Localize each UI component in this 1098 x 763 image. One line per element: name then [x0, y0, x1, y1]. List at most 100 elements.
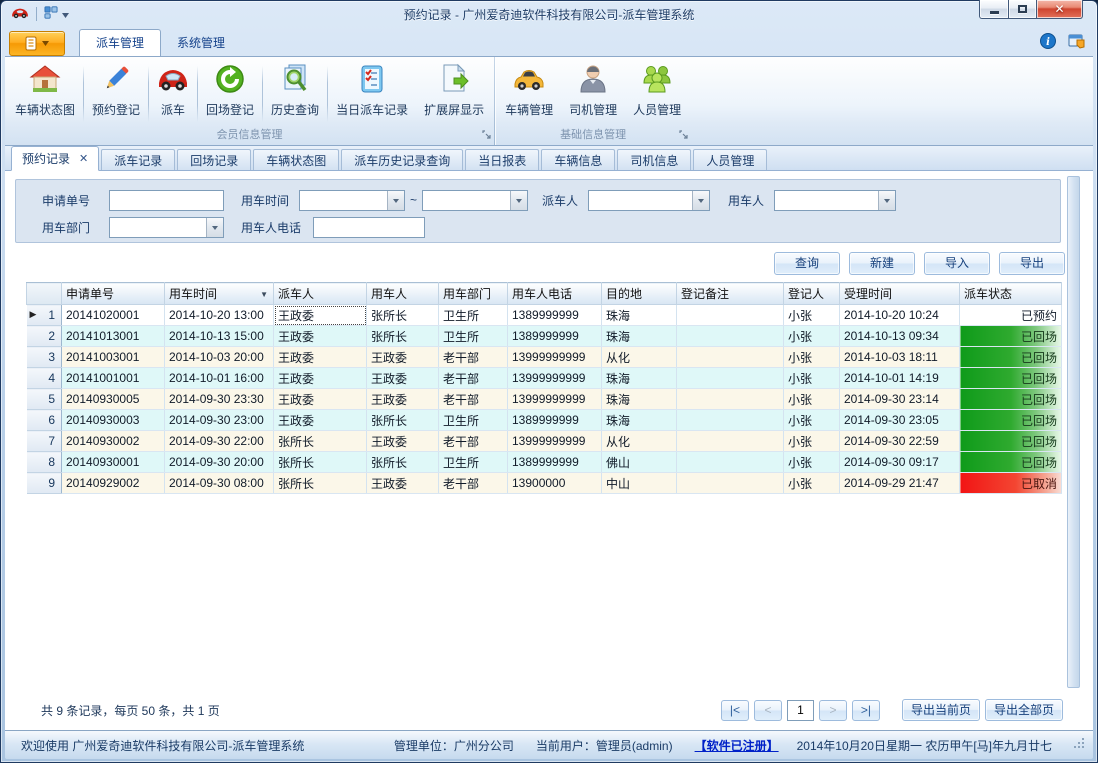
combo-arrow-icon[interactable]: [692, 191, 709, 210]
vertical-scrollbar[interactable]: [1067, 176, 1080, 688]
row-selector[interactable]: 5: [27, 389, 62, 410]
cell-dept[interactable]: 老干部: [439, 368, 508, 389]
cell-phone[interactable]: 1389999999: [508, 452, 602, 473]
cell-phone[interactable]: 1389999999: [508, 410, 602, 431]
export-all-pages-button[interactable]: 导出全部页: [985, 699, 1063, 721]
cell-apply-no[interactable]: 20141013001: [62, 326, 165, 347]
cell-apply-no[interactable]: 20140929002: [62, 473, 165, 494]
cell-accept-time[interactable]: 2014-09-30 23:14: [840, 389, 960, 410]
doc-tab-dispatch-records[interactable]: 派车记录: [101, 149, 175, 170]
cell-status[interactable]: 已回场: [960, 326, 1062, 347]
last-page-button[interactable]: >|: [852, 700, 880, 721]
cell-dept[interactable]: 卫生所: [439, 410, 508, 431]
col-header-accept-time[interactable]: 受理时间: [840, 283, 960, 305]
ribbon-button-return-register[interactable]: 回场登记: [198, 61, 262, 127]
cell-apply-no[interactable]: 20140930005: [62, 389, 165, 410]
export-button[interactable]: 导出: [999, 252, 1065, 275]
doc-tab-history-query[interactable]: 派车历史记录查询: [341, 149, 463, 170]
cell-accept-time[interactable]: 2014-09-30 22:59: [840, 431, 960, 452]
doc-tab-vehicle-info[interactable]: 车辆信息: [541, 149, 615, 170]
dept-combo[interactable]: [109, 217, 224, 238]
cell-registrar[interactable]: 小张: [784, 347, 840, 368]
cell-dept[interactable]: 卫生所: [439, 305, 508, 326]
ribbon-button-driver-management[interactable]: 司机管理: [561, 61, 625, 127]
cell-user[interactable]: 王政委: [367, 347, 439, 368]
dialog-launcher-icon[interactable]: [482, 128, 491, 142]
row-selector[interactable]: 7: [27, 431, 62, 452]
cell-remark[interactable]: [677, 326, 784, 347]
cell-status[interactable]: 已回场: [960, 368, 1062, 389]
cell-remark[interactable]: [677, 389, 784, 410]
cell-destination[interactable]: 中山: [602, 473, 677, 494]
create-button[interactable]: 新建: [849, 252, 915, 275]
cell-user[interactable]: 王政委: [367, 431, 439, 452]
user-combo[interactable]: [774, 190, 896, 211]
application-menu-button[interactable]: [9, 31, 65, 56]
doc-tab-driver-info[interactable]: 司机信息: [617, 149, 691, 170]
previous-page-button[interactable]: <: [754, 700, 782, 721]
ribbon-button-extended-screen[interactable]: 扩展屏显示: [416, 61, 492, 127]
cell-remark[interactable]: [677, 305, 784, 326]
ribbon-button-vehicle-management[interactable]: 车辆管理: [497, 61, 561, 127]
cell-accept-time[interactable]: 2014-10-13 09:34: [840, 326, 960, 347]
cell-destination[interactable]: 珠海: [602, 368, 677, 389]
row-selector[interactable]: 6: [27, 410, 62, 431]
cell-remark[interactable]: [677, 473, 784, 494]
cell-phone[interactable]: 13999999999: [508, 389, 602, 410]
tab-close-icon[interactable]: ✕: [79, 152, 88, 165]
cell-accept-time[interactable]: 2014-10-20 10:24: [840, 305, 960, 326]
cell-destination[interactable]: 从化: [602, 347, 677, 368]
close-button[interactable]: ✕: [1037, 0, 1083, 19]
window-switch-icon[interactable]: [1068, 34, 1085, 52]
cell-apply-no[interactable]: 20141001001: [62, 368, 165, 389]
row-selector[interactable]: 2: [27, 326, 62, 347]
combo-arrow-icon[interactable]: [878, 191, 895, 210]
cell-status[interactable]: 已回场: [960, 452, 1062, 473]
combo-arrow-icon[interactable]: [510, 191, 527, 210]
col-header-use-time[interactable]: 用车时间▼: [165, 283, 274, 305]
cell-use-time[interactable]: 2014-09-30 23:30: [165, 389, 274, 410]
cell-destination[interactable]: 珠海: [602, 305, 677, 326]
export-current-page-button[interactable]: 导出当前页: [902, 699, 980, 721]
resize-grip-icon[interactable]: [1074, 738, 1085, 752]
cell-registrar[interactable]: 小张: [784, 431, 840, 452]
doc-tab-vehicle-status-map[interactable]: 车辆状态图: [253, 149, 339, 170]
cell-status[interactable]: 已预约: [960, 305, 1062, 326]
cell-use-time[interactable]: 2014-10-20 13:00: [165, 305, 274, 326]
cell-registrar[interactable]: 小张: [784, 326, 840, 347]
cell-accept-time[interactable]: 2014-10-01 14:19: [840, 368, 960, 389]
ribbon-button-personnel-management[interactable]: 人员管理: [625, 61, 689, 127]
cell-user[interactable]: 张所长: [367, 410, 439, 431]
cell-dept[interactable]: 老干部: [439, 347, 508, 368]
first-page-button[interactable]: |<: [721, 700, 749, 721]
cell-dispatcher[interactable]: 王政委: [274, 305, 367, 326]
cell-use-time[interactable]: 2014-09-30 08:00: [165, 473, 274, 494]
doc-tab-personnel[interactable]: 人员管理: [693, 149, 767, 170]
page-number-input[interactable]: [787, 700, 814, 721]
col-header-phone[interactable]: 用车人电话: [508, 283, 602, 305]
cell-status[interactable]: 已回场: [960, 347, 1062, 368]
cell-use-time[interactable]: 2014-10-01 16:00: [165, 368, 274, 389]
cell-phone[interactable]: 13999999999: [508, 431, 602, 452]
ribbon-button-dispatch[interactable]: 派车: [149, 61, 197, 127]
cell-use-time[interactable]: 2014-09-30 23:00: [165, 410, 274, 431]
cell-user[interactable]: 张所长: [367, 326, 439, 347]
next-page-button[interactable]: >: [819, 700, 847, 721]
sort-indicator-icon[interactable]: ▼: [260, 290, 268, 299]
minimize-button[interactable]: [979, 0, 1009, 19]
import-button[interactable]: 导入: [924, 252, 990, 275]
cell-registrar[interactable]: 小张: [784, 452, 840, 473]
cell-phone[interactable]: 13900000: [508, 473, 602, 494]
cell-dispatcher[interactable]: 王政委: [274, 368, 367, 389]
maximize-button[interactable]: [1009, 0, 1037, 19]
col-header-status[interactable]: 派车状态: [960, 283, 1062, 305]
cell-dept[interactable]: 卫生所: [439, 326, 508, 347]
cell-phone[interactable]: 1389999999: [508, 326, 602, 347]
cell-phone[interactable]: 1389999999: [508, 305, 602, 326]
cell-accept-time[interactable]: 2014-09-30 23:05: [840, 410, 960, 431]
ribbon-button-history-query[interactable]: 历史查询: [263, 61, 327, 127]
cell-destination[interactable]: 珠海: [602, 389, 677, 410]
cell-destination[interactable]: 从化: [602, 431, 677, 452]
cell-remark[interactable]: [677, 368, 784, 389]
cell-destination[interactable]: 珠海: [602, 326, 677, 347]
